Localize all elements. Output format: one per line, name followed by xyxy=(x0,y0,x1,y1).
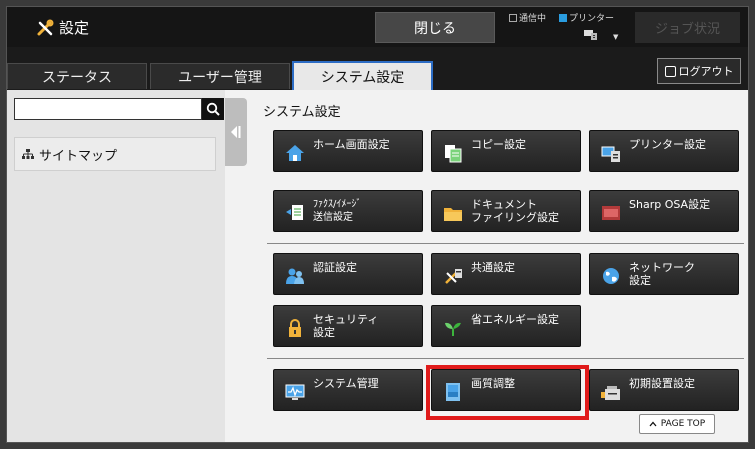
tile-label: ﾌｧｸｽ/ｲﾒｰｼﾞ 送信設定 xyxy=(313,199,362,223)
comm-status-label: 通信中 xyxy=(519,14,547,24)
search-input[interactable] xyxy=(14,98,202,120)
sidebar-collapse-button[interactable] xyxy=(225,98,247,166)
main-panel: システム設定 ホーム画面設定 コピー設定 プリンター設定 ﾌｧｸｽ/ｲﾒｰｼﾞ … xyxy=(247,90,748,442)
printer-icon xyxy=(601,146,620,162)
common-settings-icon xyxy=(445,269,462,284)
logout-label: ログアウト xyxy=(678,65,734,78)
fax-send-icon xyxy=(286,205,303,220)
tab-status[interactable]: ステータス xyxy=(7,63,147,89)
logout-button[interactable]: ログアウト xyxy=(657,58,741,84)
printer-status: プリンター xyxy=(559,11,614,24)
sitemap-icon xyxy=(22,148,34,159)
tile-label: Sharp OSA設定 xyxy=(629,198,711,211)
sitemap-item[interactable]: サイトマップ xyxy=(14,137,216,171)
tile-label: システム管理 xyxy=(313,377,379,390)
tile-label: プリンター設定 xyxy=(629,138,706,151)
chevron-up-icon xyxy=(649,421,657,427)
tile-label: ドキュメント ファイリング設定 xyxy=(471,198,559,224)
tile-home-screen-settings[interactable]: ホーム画面設定 xyxy=(273,130,423,172)
machine-setup-icon xyxy=(601,386,620,400)
tile-common-settings[interactable]: 共通設定 xyxy=(431,253,581,295)
status-dropdown-icon[interactable]: ▼ xyxy=(613,33,618,41)
tile-label: 初期設置設定 xyxy=(629,377,695,390)
folder-icon xyxy=(444,208,462,221)
printer-status-icon[interactable] xyxy=(583,27,599,41)
leaf-icon xyxy=(445,322,461,336)
sidebar: サイトマップ xyxy=(7,90,225,442)
section-divider xyxy=(267,243,744,244)
header-bar: 設定 閉じる 通信中 プリンター ▼ ジョブ状況 xyxy=(7,7,748,47)
page-top-label: PAGE TOP xyxy=(660,419,706,429)
tools-icon xyxy=(35,18,55,38)
section-divider xyxy=(267,358,744,359)
search-icon xyxy=(206,102,220,116)
job-status-button[interactable]: ジョブ状況 xyxy=(635,12,740,43)
lock-icon xyxy=(289,319,301,337)
tile-security-settings[interactable]: セキュリティ 設定 xyxy=(273,305,423,347)
tile-network-settings[interactable]: ネットワーク 設定 xyxy=(589,253,739,295)
collapse-left-icon xyxy=(231,126,241,138)
logout-icon xyxy=(664,65,676,77)
copy-icon xyxy=(445,145,462,163)
tile-label: コピー設定 xyxy=(471,138,526,151)
tile-document-filing-settings[interactable]: ドキュメント ファイリング設定 xyxy=(431,190,581,232)
tile-printer-settings[interactable]: プリンター設定 xyxy=(589,130,739,172)
tile-copy-settings[interactable]: コピー設定 xyxy=(431,130,581,172)
comm-status: 通信中 xyxy=(509,11,546,24)
tile-sharp-osa-settings[interactable]: Sharp OSA設定 xyxy=(589,190,739,232)
section-title: システム設定 xyxy=(263,105,341,120)
device-status: 通信中 プリンター ▼ xyxy=(501,7,631,47)
app-window: 設定 閉じる 通信中 プリンター ▼ ジョブ状況 ステータス ユーザー管理 シス… xyxy=(6,6,749,443)
tile-label: 認証設定 xyxy=(313,261,357,274)
monitor-icon xyxy=(285,384,305,400)
selection-highlight xyxy=(426,365,589,420)
tile-label: 省エネルギー設定 xyxy=(471,313,559,326)
tile-system-management[interactable]: システム管理 xyxy=(273,369,423,411)
tile-label: ネットワーク 設定 xyxy=(629,261,695,287)
tile-initial-setup-settings[interactable]: 初期設置設定 xyxy=(589,369,739,411)
close-button[interactable]: 閉じる xyxy=(375,12,495,43)
globe-icon xyxy=(603,268,619,284)
app-title-label: 設定 xyxy=(59,19,90,37)
tab-system-settings[interactable]: システム設定 xyxy=(292,61,433,90)
tile-fax-image-send-settings[interactable]: ﾌｧｸｽ/ｲﾒｰｼﾞ 送信設定 xyxy=(273,190,423,232)
page-top-button[interactable]: PAGE TOP xyxy=(639,414,715,434)
printer-indicator-icon xyxy=(559,13,567,22)
tab-bar: ステータス ユーザー管理 システム設定 ログアウト xyxy=(7,47,748,90)
tile-label: ホーム画面設定 xyxy=(313,138,390,151)
printer-status-label: プリンター xyxy=(569,14,615,24)
home-icon xyxy=(286,145,304,161)
tile-label: セキュリティ 設定 xyxy=(313,313,379,339)
search-box xyxy=(14,98,224,120)
osa-icon xyxy=(602,206,620,220)
tab-user-management[interactable]: ユーザー管理 xyxy=(150,63,290,89)
tile-energy-save-settings[interactable]: 省エネルギー設定 xyxy=(431,305,581,347)
sitemap-label: サイトマップ xyxy=(39,148,118,164)
users-icon xyxy=(286,268,304,284)
app-title: 設定 xyxy=(35,17,89,38)
content-area: サイトマップ システム設定 ホーム画面設定 コピー設定 プリンター設定 ﾌｧｸｽ… xyxy=(7,90,748,442)
search-button[interactable] xyxy=(202,98,224,120)
tile-label: 共通設定 xyxy=(471,261,515,274)
comm-indicator-icon xyxy=(509,13,517,22)
tile-authentication-settings[interactable]: 認証設定 xyxy=(273,253,423,295)
